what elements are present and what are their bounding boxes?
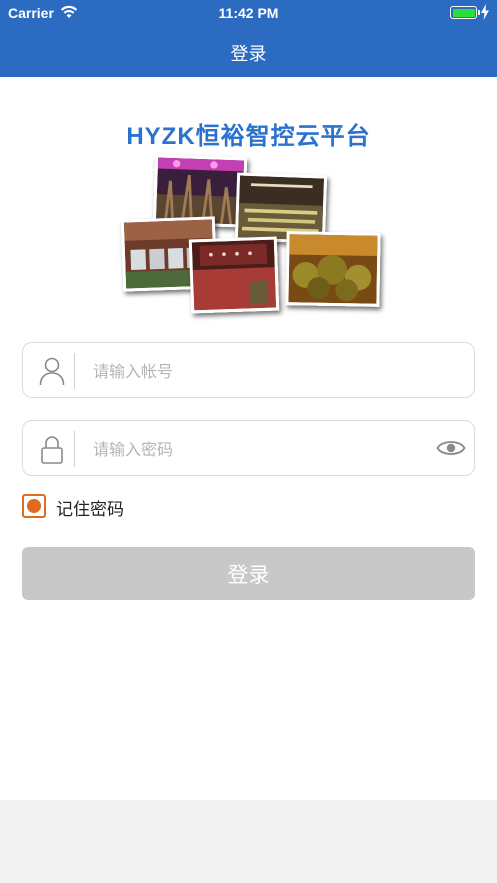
app-header: Carrier 11:42 PM 登录 [0,0,497,77]
remember-password-label[interactable]: 记住密码 [56,495,124,520]
eye-icon[interactable] [436,437,466,459]
greenhouse-photo-collage [118,152,388,317]
battery-icon [450,6,480,19]
clock: 11:42 PM [218,5,279,21]
user-icon [39,357,65,386]
photo-cannabis-plants [285,231,381,307]
login-button[interactable]: 登录 [22,547,475,600]
photo-control-cabinets [188,236,280,314]
charging-icon [481,4,489,20]
lock-icon [41,436,63,464]
password-field [22,420,475,476]
status-bar: Carrier 11:42 PM [0,0,497,26]
account-field [22,342,475,398]
checkbox-checked-dot [27,499,41,513]
account-input[interactable] [93,357,423,385]
brand-title: HYZK恒裕智控云平台 [126,123,371,150]
field-divider [74,431,75,467]
field-divider [74,353,75,389]
password-input[interactable] [93,435,423,463]
page-title: 登录 [230,44,267,65]
remember-password-checkbox[interactable] [22,494,46,518]
